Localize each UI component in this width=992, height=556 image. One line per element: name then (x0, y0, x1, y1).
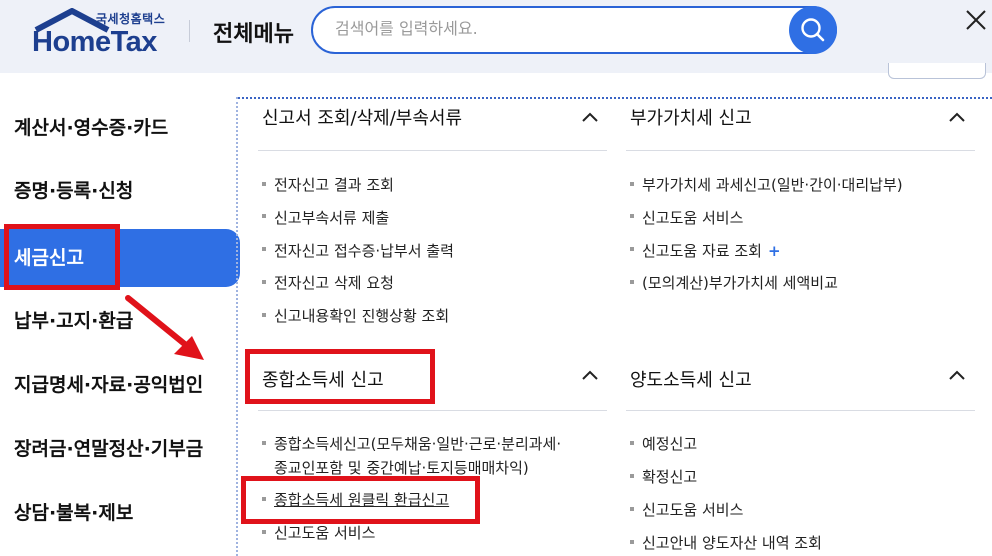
hometax-logo[interactable]: 국세청홈택스 HomeTax (30, 8, 170, 60)
close-icon (966, 10, 986, 30)
section-divider (258, 410, 607, 411)
search-box (311, 6, 837, 54)
nav-item-incentive[interactable]: 장려금·연말정산·기부금 (0, 420, 240, 478)
link-check-status[interactable]: 신고내용확인 진행상황 조회 (274, 305, 449, 326)
link-attach-docs[interactable]: 신고부속서류 제출 (274, 207, 389, 228)
link-income-tax-filing-cont[interactable]: 종교인포함 및 중간예납·토지등매매차익) (274, 457, 529, 478)
link-vat-help[interactable]: 신고도움 서비스 (642, 207, 743, 228)
list-bullet (262, 247, 266, 251)
section-divider (258, 150, 607, 151)
section-title-capital-gains[interactable]: 양도소득세 신고 (630, 366, 752, 392)
link-vat-filing[interactable]: 부가가치세 과세신고(일반·간이·대리납부) (642, 174, 903, 195)
section-divider (626, 150, 975, 151)
chevron-up-icon[interactable] (581, 110, 599, 124)
link-preliminary[interactable]: 예정신고 (642, 433, 697, 454)
list-bullet (630, 507, 634, 511)
link-vat-help-data-label: 신고도움 자료 조회 (642, 242, 762, 260)
close-button[interactable] (962, 6, 990, 34)
section-title-report-view[interactable]: 신고서 조회/삭제/부속서류 (262, 104, 462, 130)
link-receipt-print[interactable]: 전자신고 접수증·납부서 출력 (274, 240, 454, 261)
list-bullet (262, 313, 266, 317)
list-bullet (630, 280, 634, 284)
highlight-box-income-tax (245, 349, 435, 404)
chevron-up-icon[interactable] (948, 368, 966, 382)
logo-main-text: HomeTax (32, 26, 157, 58)
search-icon (801, 18, 825, 42)
list-bullet (262, 441, 266, 445)
nav-item-consult[interactable]: 상담·불복·제보 (0, 484, 240, 542)
link-capital-help[interactable]: 신고도움 서비스 (642, 499, 743, 520)
list-bullet (630, 247, 634, 251)
list-bullet (630, 474, 634, 478)
chevron-up-icon[interactable] (948, 110, 966, 124)
link-delete-request[interactable]: 전자신고 삭제 요청 (274, 272, 394, 293)
link-income-help[interactable]: 신고도움 서비스 (274, 522, 375, 543)
search-button[interactable] (789, 6, 837, 54)
section-divider (626, 410, 975, 411)
link-asset-list[interactable]: 신고안내 양도자산 내역 조회 (642, 532, 822, 553)
logo-small-text: 국세청홈택스 (96, 12, 166, 26)
search-input[interactable] (335, 19, 775, 38)
link-vat-help-data[interactable]: 신고도움 자료 조회 + (642, 240, 781, 261)
chevron-up-icon[interactable] (581, 368, 599, 382)
link-vat-compare[interactable]: (모의계산)부가가치세 세액비교 (642, 272, 838, 293)
nav-item-certificate[interactable]: 증명·등록·신청 (0, 162, 240, 220)
list-bullet (262, 214, 266, 218)
list-bullet (630, 540, 634, 544)
list-bullet (630, 214, 634, 218)
page-title: 전체메뉴 (213, 22, 294, 47)
nav-item-invoice[interactable]: 계산서·영수증·카드 (0, 99, 240, 157)
content-border-left (236, 97, 238, 556)
red-arrow-icon (125, 295, 204, 360)
list-bullet (262, 182, 266, 186)
list-bullet (630, 182, 634, 186)
highlight-box-one-click (241, 476, 480, 524)
highlight-box-tax-filing (4, 224, 120, 290)
link-income-tax-filing[interactable]: 종합소득세신고(모두채움·일반·근로·분리과세· (274, 433, 561, 454)
link-e-filing-result[interactable]: 전자신고 결과 조회 (274, 174, 394, 195)
list-bullet (262, 530, 266, 534)
header: 국세청홈택스 HomeTax 전체메뉴 (0, 0, 992, 79)
content-border-top (238, 97, 992, 99)
header-tab[interactable] (888, 63, 986, 79)
link-final[interactable]: 확정신고 (642, 466, 697, 487)
plus-icon[interactable]: + (768, 242, 781, 260)
header-divider (189, 20, 190, 42)
section-title-vat[interactable]: 부가가치세 신고 (630, 104, 752, 130)
list-bullet (262, 280, 266, 284)
list-bullet (630, 441, 634, 445)
